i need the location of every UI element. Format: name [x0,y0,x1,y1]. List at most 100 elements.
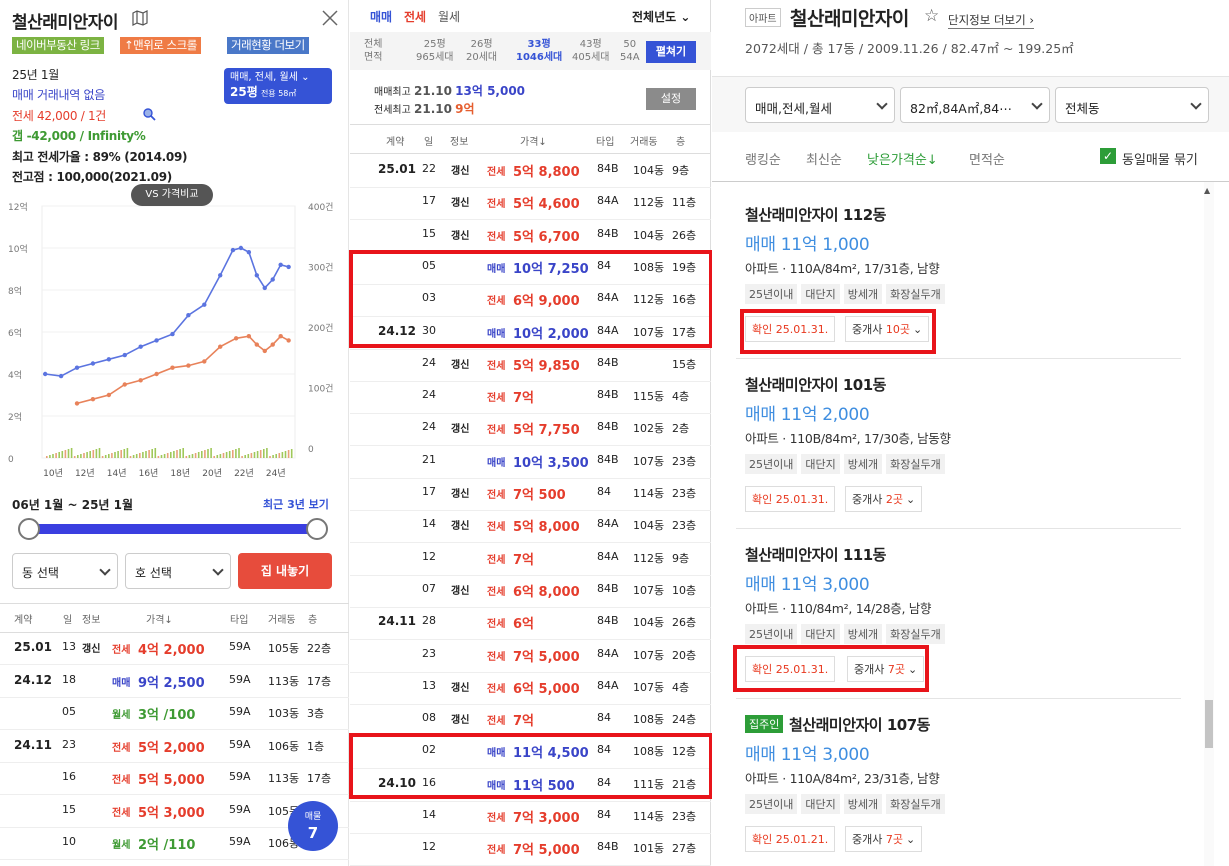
star-icon[interactable]: ☆ [924,6,939,26]
dong-filter-select[interactable]: 전체동 [1055,87,1209,123]
table-header-cell: 정보 [82,615,101,626]
naver-link-button[interactable]: 네이버부동산 링크 [12,37,104,54]
volume-bar [123,449,126,458]
sort-low-price[interactable]: 낮은가격순↓ [867,149,938,168]
close-icon[interactable] [320,8,340,28]
volume-bar [70,448,73,458]
volume-bar [95,449,98,458]
dong-select[interactable]: 동 선택 [12,553,118,589]
range-slider-end-handle[interactable] [306,518,328,540]
series-point [90,397,96,402]
listing-price: 매매 11억 3,000 [745,745,870,765]
sort-ranking[interactable]: 랭킹순 [745,149,781,168]
volume-bar [191,454,194,458]
complex-info-link[interactable]: 단지정보 더보기 › [948,12,1034,29]
scrollbar-thumb[interactable] [1205,700,1213,748]
trade-floor: 23층 [672,454,697,468]
pyeong-tab[interactable]: 25평 965세대 [416,38,454,64]
sort-area[interactable]: 면적순 [969,149,1005,168]
series-point [254,342,260,347]
volume-bar [290,449,293,458]
series-point [246,334,252,339]
area-select[interactable]: 82㎡,84A㎡,84⋯ [900,87,1050,123]
listing-desc: 아파트 · 110A/84m², 17/31층, 남향 [745,261,940,276]
group-checkbox[interactable]: ✓ [1100,148,1116,164]
trade-type: 전세 [487,199,506,211]
volume-bar [89,451,91,458]
y2-tick-label: 100건 [308,383,333,394]
volume-bar [256,451,259,458]
listing-chips: 25년이내 대단지 방세개 화장실두개 [745,453,949,474]
year-select[interactable]: 전체년도 ⌄ [632,8,690,25]
setting-button[interactable]: 설정 [646,88,696,110]
volume-bar [117,451,119,458]
x-tick-label: 16년 [139,468,159,479]
trade-floor: 17층 [307,674,332,688]
trade-dong: 106동 [268,739,300,753]
series-point [58,373,64,379]
trade-type-select[interactable]: 매매,전세,월세 [745,87,895,123]
trade-type: 월세 [112,710,131,721]
row-divider [0,794,349,795]
series-point [90,361,96,366]
pyeong-tab[interactable]: 전체 면적 [364,38,382,64]
tab-monthly[interactable]: 월세 [438,8,460,25]
trade-more-button[interactable]: 거래현황 더보기 [227,37,309,54]
list-home-button[interactable]: 집 내놓기 [238,553,332,589]
trade-floor: 10층 [672,583,697,597]
listing-name: 철산래미안자이 107동 [789,716,930,734]
unit-type: 59A [229,672,251,686]
volume-bar [204,450,206,458]
pyeong-tab[interactable]: 33평 1046세대 [516,38,562,64]
vs-compare-button[interactable]: VS 가격비교 [131,184,213,206]
pyeong-tab[interactable]: 50 54A [620,38,640,64]
verify-date: 확인 25.01.21. [745,826,836,852]
sale-max-label: 매매최고 [374,87,411,98]
agent-dropdown[interactable]: 중개사 7곳 ⌄ [845,826,923,852]
pyeong-tab[interactable]: 43평 405세대 [572,38,610,64]
contract-day: 16 [62,770,76,783]
range-slider-start-handle[interactable] [18,518,40,540]
pyeong-tab-label: 43평 [579,39,602,50]
volume-bar [139,453,141,458]
trade-floor: 27층 [672,842,697,856]
trade-dong: 112동 [633,196,665,210]
volume-bar [151,449,153,458]
y-tick-label: 12억 [8,201,28,213]
scroll-top-button[interactable]: ↑맨위로 스크롤 [120,37,201,54]
chevron-right-icon: › [1029,13,1034,27]
divider [712,181,1229,182]
contract-day: 18 [62,672,76,686]
agent-dropdown[interactable]: 중개사 2곳 ⌄ [845,486,923,512]
search-icon[interactable] [142,107,156,121]
sort-latest[interactable]: 최신순 [806,149,842,168]
tab-sale[interactable]: 매매 [370,8,392,25]
filter-badge[interactable]: 매매, 전세, 월세 ⌄ 25평 전용 58㎡ [224,68,332,104]
pyeong-tab-count: 405세대 [572,52,610,63]
series-point [170,365,175,370]
scroll-up-icon[interactable]: ▲ [1204,186,1210,195]
info-jeonse: 전세 42,000 / 1건 [12,109,107,123]
trade-type: 전세 [112,645,131,656]
range-slider-track[interactable] [30,524,318,534]
map-icon[interactable] [132,10,148,26]
contract-day: 15 [62,802,76,816]
recent-3y-link[interactable]: 최근 3년 보기 [263,496,329,512]
listing-count-fab[interactable]: 매물 7 [288,801,338,851]
spread-button[interactable]: 펼쳐기 [646,41,696,63]
trade-type: 전세 [487,619,506,631]
series-point [278,334,283,339]
highlight-box [349,733,713,799]
scrollbar[interactable] [1204,182,1214,866]
table-header-cell: 계약 [14,615,33,626]
unit-type: 84 [597,711,611,725]
contract-day: 23 [422,646,436,660]
feature-chip: 25년이내 [745,454,798,474]
table-header-cell: 가격↓ [146,615,173,626]
trade-type: 전세 [487,167,506,178]
tab-jeonse[interactable]: 전세 [404,8,426,25]
ho-select[interactable]: 호 선택 [125,553,231,589]
pyeong-tab[interactable]: 26평 20세대 [466,38,497,64]
unit-type: 59A [229,802,251,816]
trade-type: 전세 [487,231,506,243]
